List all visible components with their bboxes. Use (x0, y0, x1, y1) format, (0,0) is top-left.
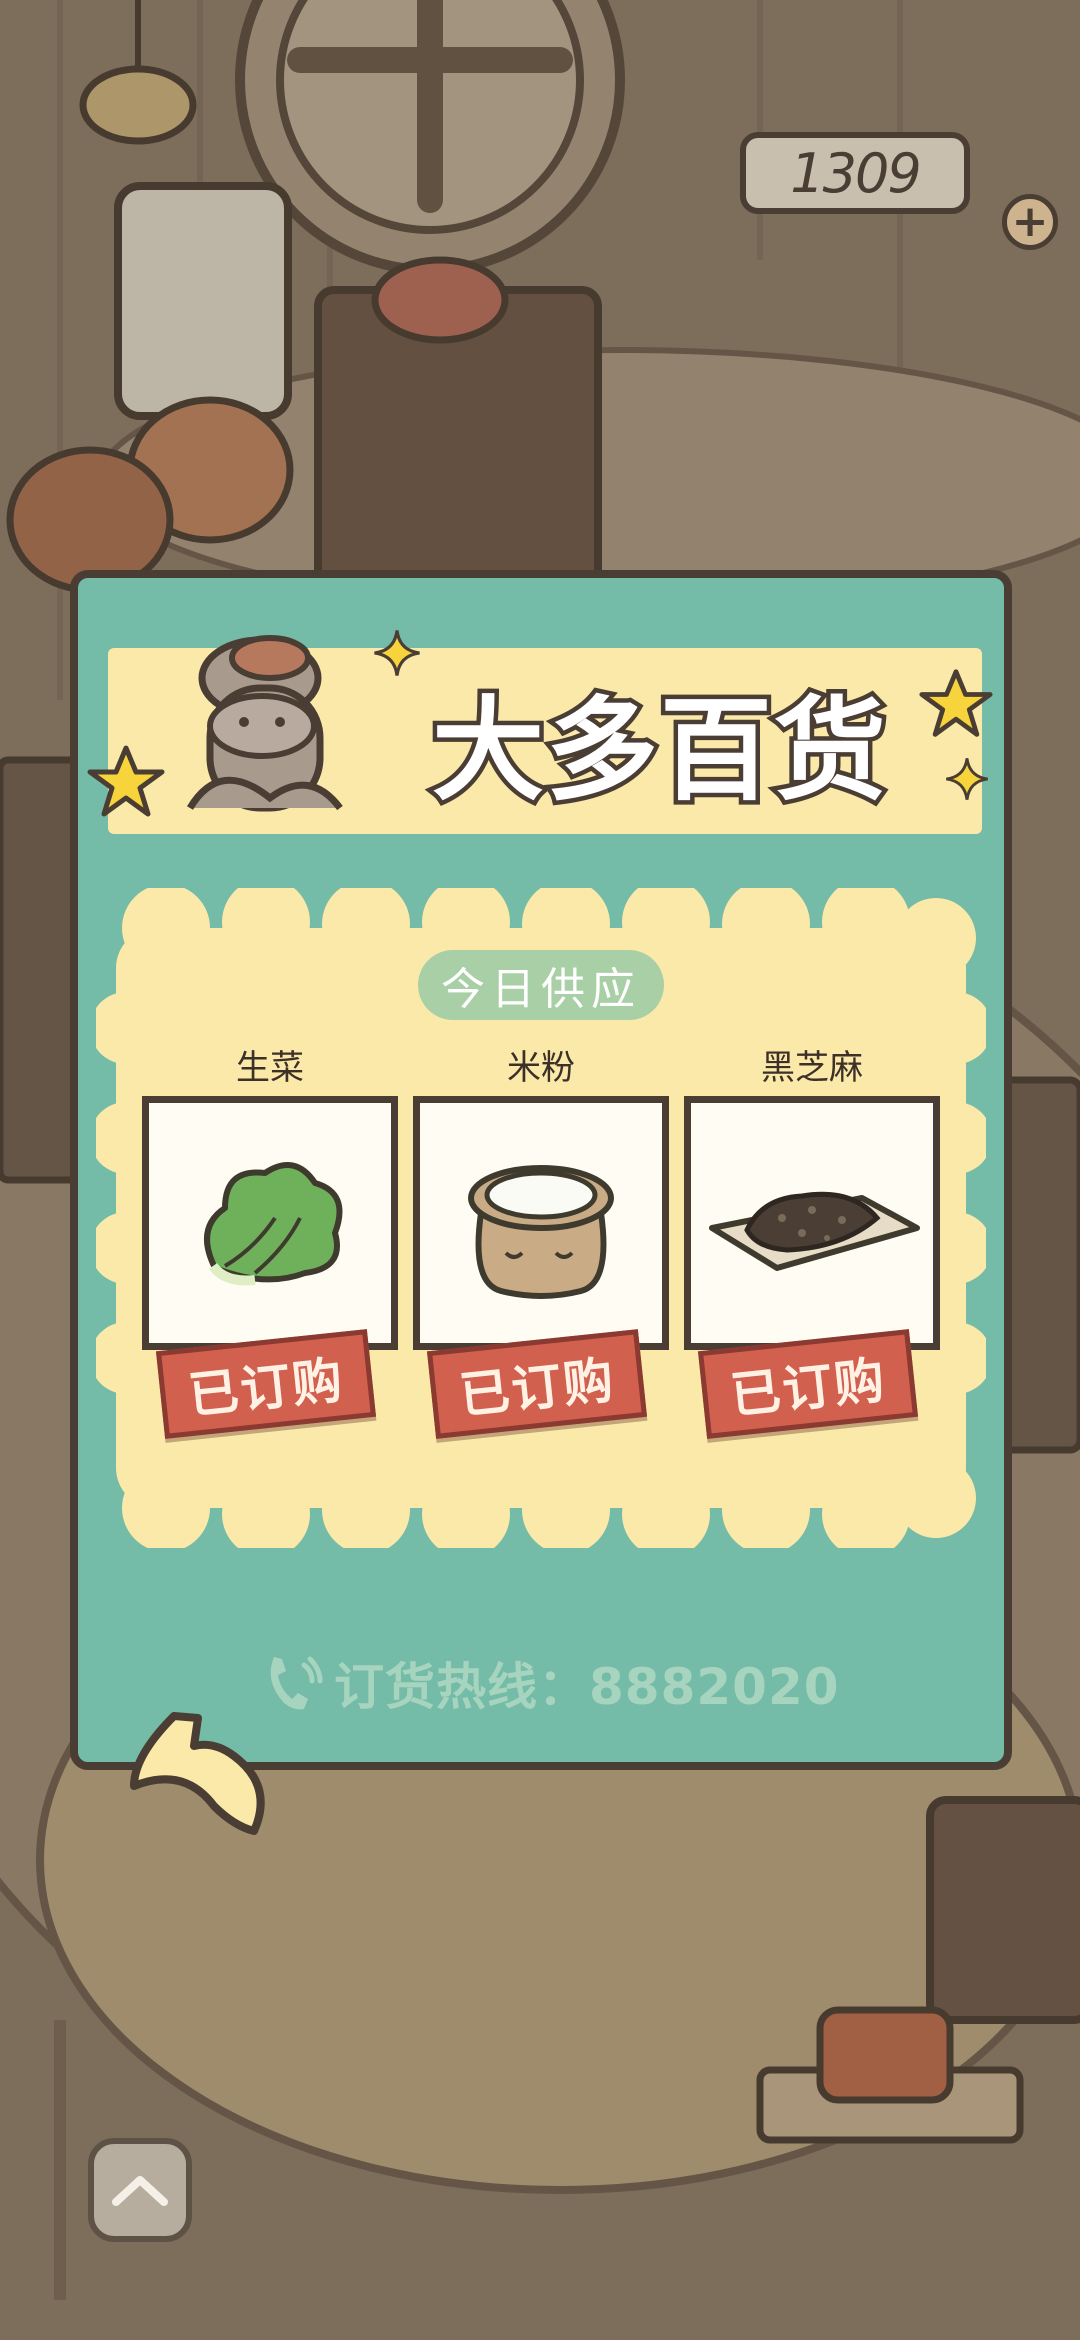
item-card-lettuce[interactable] (142, 1096, 398, 1350)
back-arrow-icon[interactable] (124, 1706, 274, 1846)
clover-counter: 1309 (740, 132, 970, 214)
sparkle-icon (946, 758, 988, 800)
shop-title: 大多百货 (428, 682, 891, 821)
lettuce-icon (204, 1162, 343, 1286)
hotline-text: 订货热线：8882020 (334, 1658, 840, 1716)
star-icon (87, 745, 165, 817)
order-hotline: 订货热线：8882020 (260, 1648, 900, 1718)
chevron-up-icon (112, 2176, 168, 2206)
black-sesame-icon (709, 1191, 920, 1271)
hippo-shopkeeper-icon (186, 635, 343, 812)
item-card-flour[interactable] (413, 1096, 669, 1350)
scroll-up-button[interactable] (88, 2138, 192, 2242)
item-name: 米粉 (507, 1048, 575, 1088)
flour-sack-icon (468, 1165, 614, 1299)
add-clover-button[interactable]: + (1002, 194, 1058, 250)
todays-supply-label: 今日供应 (418, 950, 664, 1020)
item-name: 黑芝麻 (761, 1048, 863, 1088)
clover-count: 1309 (790, 141, 921, 205)
item-name: 生菜 (236, 1048, 304, 1088)
item-card-black-sesame[interactable] (684, 1096, 940, 1350)
